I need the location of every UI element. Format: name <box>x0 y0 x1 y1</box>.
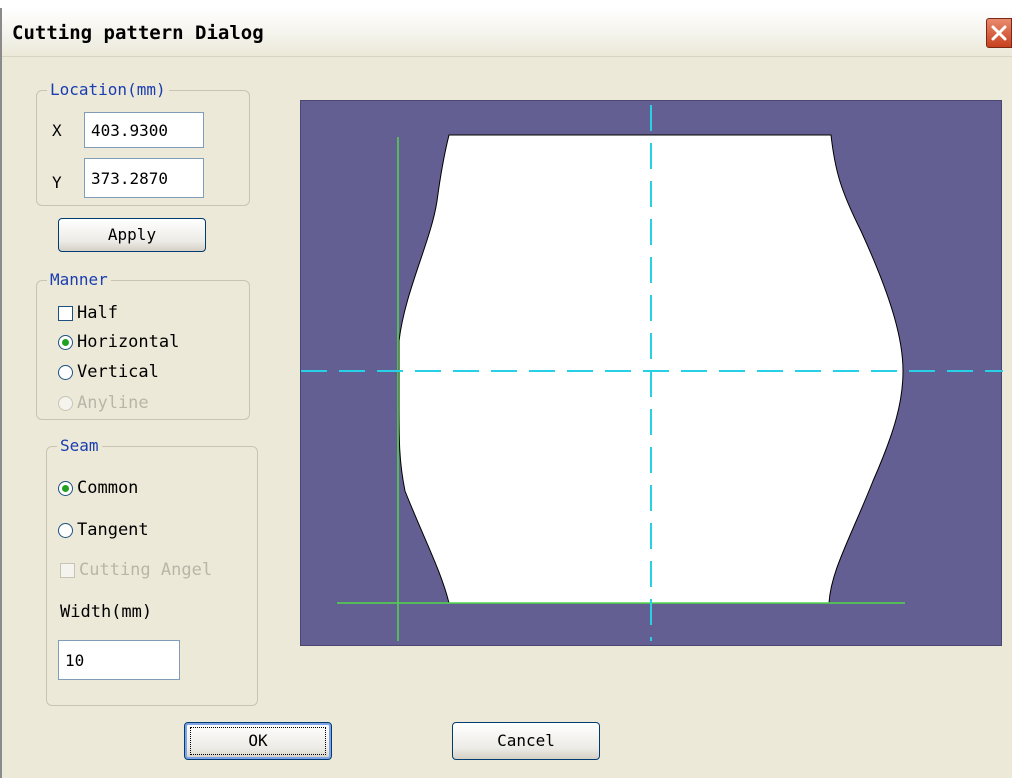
anyline-radio-dot <box>58 395 73 411</box>
horizontal-radio-dot <box>58 334 73 350</box>
tangent-radio-dot <box>58 522 73 538</box>
half-label: Half <box>77 303 118 323</box>
location-group-label: Location(mm) <box>47 80 169 99</box>
vertical-radio-dot <box>58 364 73 380</box>
horizontal-radio[interactable]: Horizontal <box>58 332 179 352</box>
close-icon <box>991 25 1007 41</box>
width-label: Width(mm) <box>60 602 153 622</box>
vertical-radio[interactable]: Vertical <box>58 362 159 382</box>
cancel-button-label: Cancel <box>497 731 555 750</box>
common-radio-dot <box>58 480 73 496</box>
tangent-label: Tangent <box>77 520 149 540</box>
horizontal-label: Horizontal <box>77 332 180 352</box>
x-label: X <box>52 121 62 140</box>
cutting-angel-checkbox-box <box>60 562 75 578</box>
common-radio[interactable]: Common <box>58 478 138 498</box>
close-button[interactable] <box>986 18 1012 48</box>
x-input[interactable] <box>84 112 204 148</box>
ok-button[interactable]: OK <box>184 722 332 760</box>
cutting-angel-label: Cutting Angel <box>79 560 213 580</box>
y-input[interactable] <box>84 158 204 198</box>
pattern-preview-canvas[interactable] <box>300 100 1003 646</box>
common-label: Common <box>77 478 139 498</box>
half-checkbox[interactable]: Half <box>58 303 118 323</box>
half-checkbox-box <box>58 305 73 321</box>
width-input[interactable] <box>58 640 180 680</box>
dialog-title: Cutting pattern Dialog <box>12 22 264 44</box>
apply-button-label: Apply <box>107 225 157 244</box>
cutting-angel-checkbox: Cutting Angel <box>60 560 212 580</box>
anyline-label: Anyline <box>77 393 149 413</box>
cancel-button[interactable]: Cancel <box>452 722 600 760</box>
anyline-radio: Anyline <box>58 393 149 413</box>
ok-focus-rect <box>190 727 326 755</box>
apply-button[interactable]: Apply <box>58 218 206 252</box>
pattern-preview <box>301 105 1003 641</box>
cutting-pattern-dialog: Cutting pattern Dialog Location(mm) X Y … <box>0 8 1012 778</box>
title-bar: Cutting pattern Dialog <box>2 8 1012 57</box>
seam-group-label: Seam <box>57 436 102 455</box>
manner-group-label: Manner <box>47 270 111 289</box>
vertical-label: Vertical <box>77 362 159 382</box>
tangent-radio[interactable]: Tangent <box>58 520 149 540</box>
y-label: Y <box>52 173 62 192</box>
